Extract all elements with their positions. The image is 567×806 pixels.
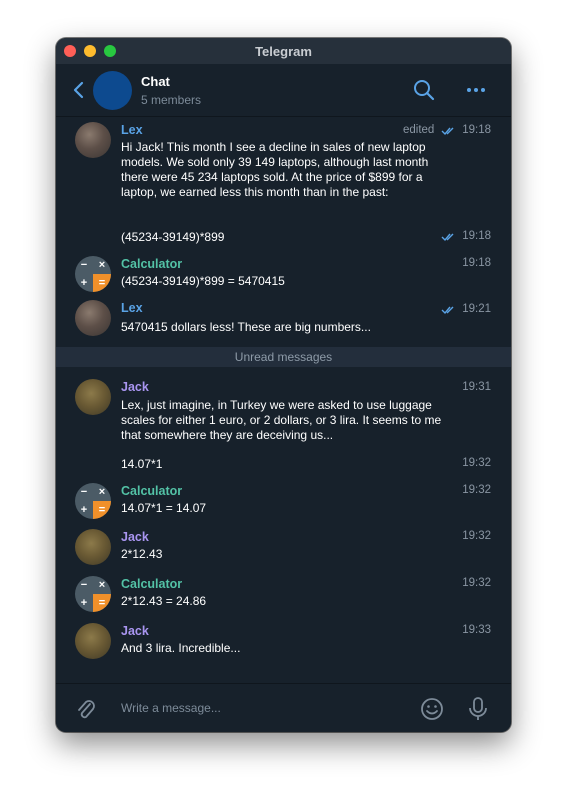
message-composer: Write a message... <box>56 683 511 732</box>
calc-minus: − <box>80 579 88 591</box>
emoji-icon[interactable] <box>420 696 444 722</box>
chevron-left-icon[interactable] <box>72 80 86 100</box>
message-time: 19:18 <box>462 257 491 269</box>
message-text: 2*12.43 = 24.86 <box>121 594 207 608</box>
calc-times: × <box>98 579 106 591</box>
avatar[interactable] <box>75 379 111 415</box>
chat-title[interactable]: Chat <box>141 74 170 89</box>
double-check-icon <box>441 233 454 242</box>
message-time: 19:32 <box>462 530 491 542</box>
message-text: 5470415 dollars less! These are big numb… <box>121 320 371 334</box>
chat-avatar[interactable] <box>93 71 132 110</box>
edited-label: edited <box>403 124 435 136</box>
message-time: 19:32 <box>462 577 491 589</box>
telegram-window: Telegram Chat 5 members Lex edited 19:18… <box>56 38 511 732</box>
calc-plus: + <box>80 504 88 516</box>
message-text: And 3 lira. Incredible... <box>121 641 241 655</box>
calc-times: × <box>98 259 106 271</box>
message-text: Hi Jack! This month I see a decline in s… <box>121 140 429 199</box>
calc-times: × <box>98 486 106 498</box>
calc-minus: − <box>80 259 88 271</box>
sender-name[interactable]: Jack <box>121 530 149 544</box>
message-text: 14.07*1 <box>121 457 163 471</box>
calc-plus: + <box>80 597 88 609</box>
calculator-avatar[interactable]: − × + = <box>75 256 111 292</box>
avatar[interactable] <box>75 623 111 659</box>
message-text: 14.07*1 = 14.07 <box>121 501 207 515</box>
calc-equals: = <box>93 274 111 292</box>
message-time: 19:18 <box>462 124 491 136</box>
double-check-icon <box>441 306 454 315</box>
search-icon[interactable] <box>412 78 436 102</box>
calc-equals: = <box>93 594 111 612</box>
window-title: Telegram <box>255 44 312 59</box>
title-bar: Telegram <box>56 38 511 64</box>
avatar[interactable] <box>75 300 111 336</box>
sender-name[interactable]: Lex <box>121 301 143 315</box>
calc-plus: + <box>80 277 88 289</box>
sender-name[interactable]: Jack <box>121 624 149 638</box>
message-list[interactable]: Lex edited 19:18 Hi Jack! This month I s… <box>56 117 511 683</box>
sender-name[interactable]: Jack <box>121 380 149 394</box>
message-time: 19:31 <box>462 381 491 393</box>
sender-name[interactable]: Calculator <box>121 257 182 271</box>
message-text: (45234-39149)*899 = 5470415 <box>121 274 285 288</box>
sender-name[interactable]: Lex <box>121 123 143 137</box>
message-time: 19:18 <box>462 230 491 242</box>
unread-messages-divider: Unread messages <box>56 347 511 367</box>
message-text: Lex, just imagine, in Turkey we were ask… <box>121 398 442 442</box>
chat-header: Chat 5 members <box>56 64 511 117</box>
message-text: 2*12.43 <box>121 547 163 561</box>
calc-minus: − <box>80 486 88 498</box>
avatar[interactable] <box>75 529 111 565</box>
sender-name[interactable]: Calculator <box>121 484 182 498</box>
sender-name[interactable]: Calculator <box>121 577 182 591</box>
message-input[interactable]: Write a message... <box>121 701 221 715</box>
message-time: 19:32 <box>462 484 491 496</box>
calculator-avatar[interactable]: − × + = <box>75 483 111 519</box>
double-check-icon <box>441 127 454 136</box>
message-text: (45234-39149)*899 <box>121 230 225 244</box>
more-icon[interactable] <box>464 78 488 102</box>
microphone-icon[interactable] <box>466 696 490 722</box>
message-time: 19:32 <box>462 457 491 469</box>
avatar[interactable] <box>75 122 111 158</box>
chat-member-count: 5 members <box>141 93 202 107</box>
calc-equals: = <box>93 501 111 519</box>
message-time: 19:33 <box>462 624 491 636</box>
message-time: 19:21 <box>462 303 491 315</box>
paperclip-icon[interactable] <box>73 696 97 722</box>
calculator-avatar[interactable]: − × + = <box>75 576 111 612</box>
